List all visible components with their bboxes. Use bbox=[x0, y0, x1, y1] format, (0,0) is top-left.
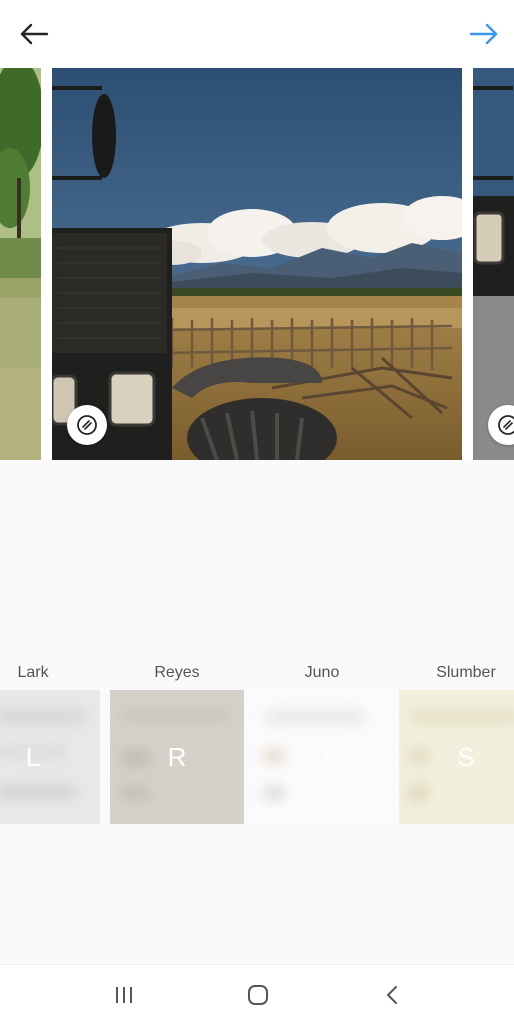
filter-juno[interactable]: Juno J bbox=[255, 655, 389, 824]
filter-letter: L bbox=[25, 741, 41, 772]
filter-letter: J bbox=[315, 741, 329, 772]
filter-name: Lark bbox=[17, 664, 49, 681]
photo-left-partial[interactable] bbox=[0, 68, 41, 460]
system-back-button[interactable] bbox=[372, 979, 412, 1011]
filter-name: Juno bbox=[304, 664, 340, 681]
filter-thumbnail[interactable]: R bbox=[110, 690, 244, 824]
filter-name: Reyes bbox=[154, 664, 200, 681]
filter-thumbnail[interactable]: S bbox=[399, 690, 514, 824]
main-photo-sticker-button[interactable] bbox=[67, 405, 107, 445]
photo-right-partial[interactable] bbox=[473, 68, 514, 460]
photo-carousel[interactable] bbox=[0, 68, 514, 460]
photo-main[interactable] bbox=[52, 68, 462, 460]
filter-slumber[interactable]: Slumber S bbox=[399, 655, 514, 824]
top-bar bbox=[0, 0, 514, 68]
filter-letter: S bbox=[457, 741, 475, 772]
filter-lark[interactable]: Lark L bbox=[0, 655, 100, 824]
arrow-right-icon bbox=[469, 23, 498, 45]
filter-name: Slumber bbox=[436, 664, 496, 681]
back-button[interactable] bbox=[14, 14, 54, 54]
filter-reyes[interactable]: Reyes R bbox=[110, 655, 244, 824]
back-chevron-icon bbox=[387, 986, 397, 1004]
filter-thumbnail[interactable]: J bbox=[255, 690, 389, 824]
arrow-left-icon bbox=[20, 23, 49, 45]
home-icon bbox=[248, 985, 268, 1005]
next-button[interactable] bbox=[464, 14, 504, 54]
home-button[interactable] bbox=[238, 979, 278, 1011]
sticker-icon bbox=[498, 415, 514, 435]
filter-letter: R bbox=[167, 741, 187, 772]
recent-apps-icon bbox=[116, 987, 132, 1003]
filter-strip[interactable]: Lark L Reyes R Juno J Slumber S bbox=[0, 655, 514, 845]
recent-apps-button[interactable] bbox=[104, 979, 144, 1011]
sticker-icon bbox=[77, 415, 97, 435]
system-nav-bar bbox=[0, 964, 514, 1024]
filter-thumbnail[interactable]: L bbox=[0, 690, 100, 824]
